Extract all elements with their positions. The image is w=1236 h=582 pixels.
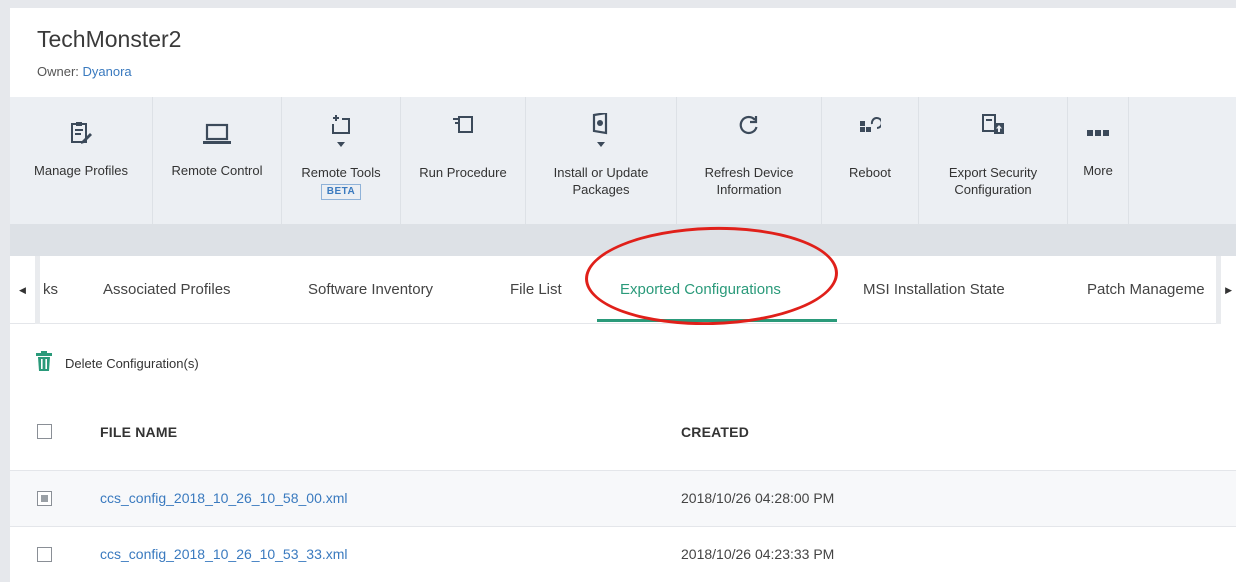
- device-header: TechMonster2 Owner: Dyanora: [10, 8, 1236, 97]
- file-name-link[interactable]: ccs_config_2018_10_26_10_58_00.xml: [100, 490, 348, 506]
- tab-file-list[interactable]: File List: [510, 256, 562, 324]
- refresh-device-information-label: Refresh Device Information: [704, 165, 794, 197]
- created-date: 2018/10/26 04:28:00 PM: [681, 490, 835, 506]
- chevron-left-icon[interactable]: ◀: [10, 256, 40, 324]
- tab-associated-profiles[interactable]: Associated Profiles: [103, 256, 231, 324]
- tab-msi-installation-state[interactable]: MSI Installation State: [863, 256, 1005, 324]
- chevron-down-icon: [337, 142, 345, 147]
- column-header-file-name[interactable]: FILE NAME: [100, 424, 177, 440]
- row-checkbox[interactable]: [37, 491, 52, 506]
- reboot-button[interactable]: Reboot: [822, 97, 918, 224]
- owner-line: Owner: Dyanora: [37, 64, 132, 79]
- install-update-packages-button[interactable]: Install or Update Packages: [526, 97, 676, 224]
- more-button[interactable]: More: [1068, 97, 1128, 224]
- run-procedure-button[interactable]: Run Procedure: [401, 97, 525, 224]
- install-package-icon: [592, 97, 610, 139]
- configurations-table: FILE NAME CREATED ccs_config_2018_10_26_…: [10, 395, 1236, 582]
- manage-profiles-button[interactable]: Manage Profiles: [10, 97, 152, 224]
- frame-top: [0, 0, 1236, 8]
- chevron-down-icon: [597, 142, 605, 147]
- install-update-packages-label: Install or Update Packages: [553, 165, 649, 197]
- laptop-icon: [202, 97, 232, 149]
- reboot-icon: [859, 97, 881, 139]
- toolbar-divider: [1128, 97, 1129, 224]
- remote-control-label: Remote Control: [171, 163, 263, 178]
- run-procedure-label: Run Procedure: [419, 165, 507, 180]
- file-name-link[interactable]: ccs_config_2018_10_26_10_53_33.xml: [100, 546, 348, 562]
- more-label: More: [1083, 163, 1113, 178]
- beta-badge: BETA: [320, 184, 362, 200]
- frame-left: [0, 0, 10, 582]
- table-row: ccs_config_2018_10_26_10_58_00.xml 2018/…: [10, 471, 1236, 527]
- remote-tools-button[interactable]: Remote Tools BETA: [282, 97, 400, 224]
- run-procedure-icon: [452, 97, 474, 139]
- delete-configurations-button[interactable]: Delete Configuration(s): [36, 351, 199, 376]
- owner-label: Owner:: [37, 64, 83, 79]
- export-security-configuration-label: Export Security Configuration: [948, 165, 1038, 197]
- remote-tools-label: Remote Tools: [301, 165, 381, 180]
- delete-configurations-label: Delete Configuration(s): [65, 356, 199, 371]
- action-bar: Delete Configuration(s): [10, 325, 1236, 395]
- device-toolbar: Manage Profiles Remote Control Remote To…: [10, 97, 1236, 224]
- chevron-right-icon[interactable]: ▶: [1216, 256, 1236, 324]
- more-icon: [1087, 97, 1109, 141]
- select-all-checkbox[interactable]: [37, 424, 52, 439]
- manage-profiles-icon: [70, 97, 92, 149]
- owner-name[interactable]: Dyanora: [83, 64, 132, 79]
- manage-profiles-label: Manage Profiles: [34, 163, 128, 178]
- remote-tools-icon: [330, 97, 352, 139]
- device-title: TechMonster2: [37, 26, 182, 52]
- table-row: ccs_config_2018_10_26_10_53_33.xml 2018/…: [10, 527, 1236, 582]
- tab-partial-left[interactable]: ks: [43, 256, 58, 324]
- refresh-icon: [739, 97, 759, 139]
- table-header-row: FILE NAME CREATED: [10, 395, 1236, 471]
- export-security-configuration-button[interactable]: Export Security Configuration: [919, 97, 1067, 224]
- export-config-icon: [981, 97, 1005, 139]
- reboot-label: Reboot: [849, 165, 891, 180]
- column-header-created[interactable]: CREATED: [681, 424, 749, 440]
- remote-control-button[interactable]: Remote Control: [153, 97, 281, 224]
- created-date: 2018/10/26 04:23:33 PM: [681, 546, 835, 562]
- tab-patch-management[interactable]: Patch Manageme: [1087, 256, 1205, 324]
- tab-software-inventory[interactable]: Software Inventory: [308, 256, 433, 324]
- trash-icon: [36, 351, 52, 376]
- refresh-device-information-button[interactable]: Refresh Device Information: [677, 97, 821, 224]
- row-checkbox[interactable]: [37, 547, 52, 562]
